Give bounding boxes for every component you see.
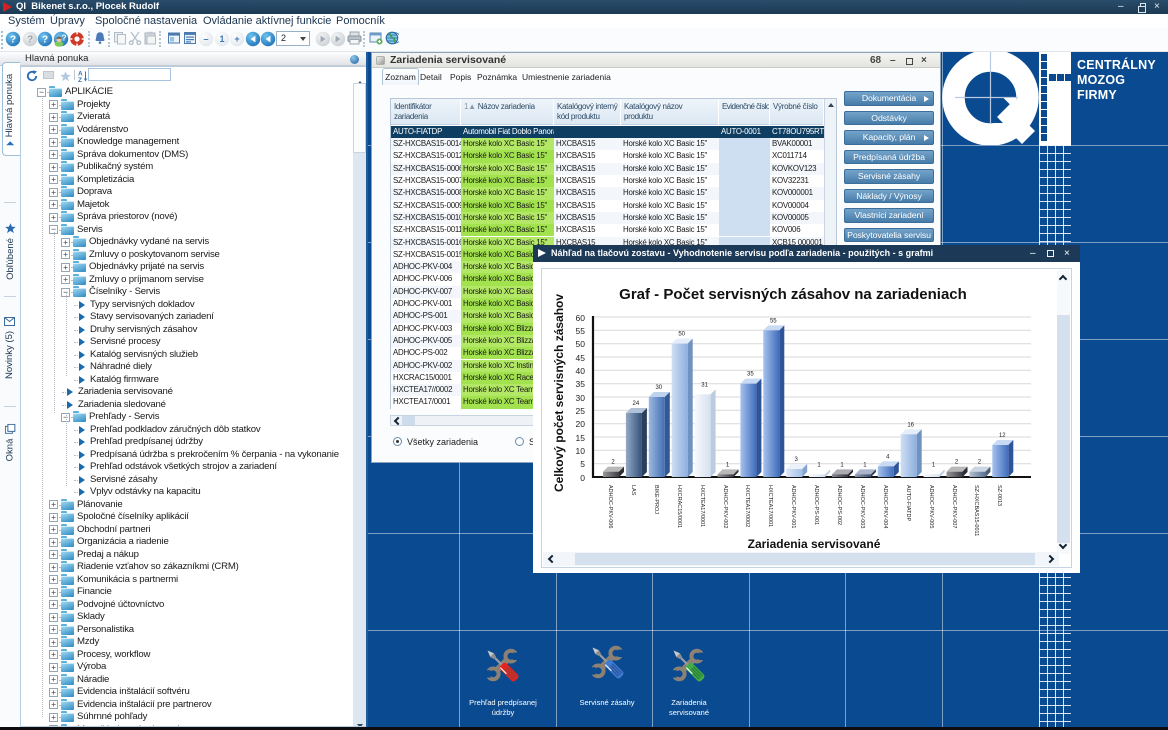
svg-text:35: 35 (747, 372, 754, 378)
svg-text:+: + (234, 34, 239, 44)
svg-text:30: 30 (655, 385, 662, 391)
svg-text:?: ? (61, 32, 66, 42)
svg-text:31: 31 (701, 382, 708, 388)
svg-text:2: 2 (955, 460, 959, 466)
svg-text:?: ? (10, 35, 16, 46)
svg-text:50: 50 (678, 332, 685, 338)
svg-text:4: 4 (886, 454, 890, 460)
svg-text:16: 16 (907, 422, 914, 428)
svg-text:55: 55 (770, 318, 777, 324)
svg-text:?: ? (26, 35, 32, 46)
svg-text:12: 12 (999, 433, 1006, 439)
svg-text:?: ? (42, 35, 48, 46)
svg-text:2: 2 (978, 460, 982, 466)
svg-text:3: 3 (795, 457, 799, 463)
svg-text:24: 24 (633, 401, 640, 407)
svg-text:2: 2 (611, 460, 615, 466)
svg-text:1: 1 (219, 34, 224, 44)
svg-text:–: – (203, 34, 208, 44)
